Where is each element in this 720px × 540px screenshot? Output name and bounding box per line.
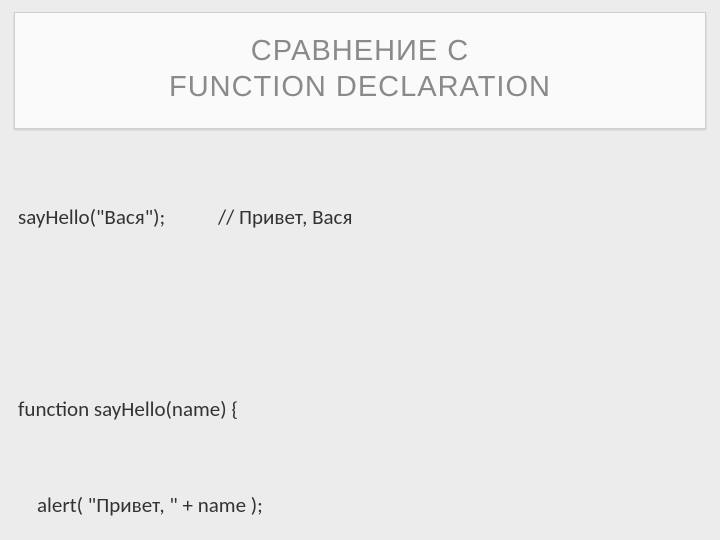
code-line: function sayHello(name) { bbox=[18, 395, 702, 423]
code-comment: // Привет, Вася bbox=[218, 203, 352, 231]
slide-title-box: СРАВНЕНИЕ С FUNCTION DECLARATION bbox=[14, 12, 706, 129]
title-line-2: FUNCTION DECLARATION bbox=[169, 71, 551, 103]
code-line: sayHello("Вася"); // Привет, Вася bbox=[18, 203, 702, 231]
code-line: alert( "Привет, " + name ); bbox=[18, 491, 702, 519]
code-statement: sayHello("Вася"); bbox=[18, 203, 218, 231]
code-block: sayHello("Вася"); // Привет, Вася functi… bbox=[14, 129, 706, 540]
code-line bbox=[18, 299, 702, 327]
blank-line bbox=[18, 299, 23, 327]
code-statement: alert( "Привет, " + name ); bbox=[18, 491, 263, 519]
title-line-1: СРАВНЕНИЕ С bbox=[251, 35, 469, 67]
code-statement: function sayHello(name) { bbox=[18, 395, 238, 423]
slide: СРАВНЕНИЕ С FUNCTION DECLARATION sayHell… bbox=[0, 0, 720, 540]
slide-title: СРАВНЕНИЕ С FUNCTION DECLARATION bbox=[33, 33, 687, 106]
